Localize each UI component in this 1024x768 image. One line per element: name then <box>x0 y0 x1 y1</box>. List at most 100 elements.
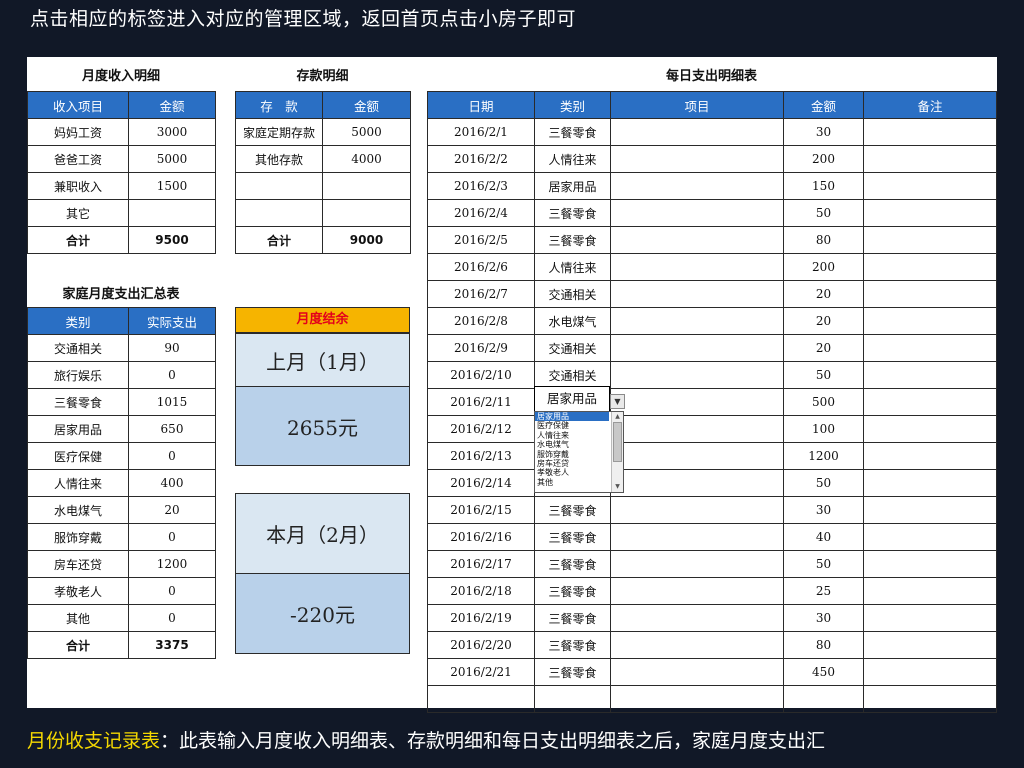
daily-item-cell[interactable] <box>610 523 784 551</box>
summary-category-cell[interactable]: 医疗保健 <box>27 442 129 470</box>
daily-item-cell[interactable] <box>610 388 784 416</box>
daily-category-cell[interactable]: 三餐零食 <box>534 496 611 524</box>
daily-note-cell[interactable] <box>863 496 997 524</box>
daily-date-cell[interactable]: 2016/2/7 <box>427 280 535 308</box>
daily-category-cell[interactable]: 三餐零食 <box>534 226 611 254</box>
summary-category-cell[interactable]: 交通相关 <box>27 334 129 362</box>
deposit-total-label[interactable]: 合计 <box>235 226 323 254</box>
daily-item-cell[interactable] <box>610 334 784 362</box>
daily-item-cell[interactable] <box>610 415 784 443</box>
summary-total-label[interactable]: 合计 <box>27 631 129 659</box>
daily-category-cell[interactable]: 居家用品 <box>534 172 611 200</box>
daily-category-cell[interactable]: 交通相关 <box>534 334 611 362</box>
daily-category-cell[interactable]: 交通相关 <box>534 280 611 308</box>
summary-category-cell[interactable]: 房车还贷 <box>27 550 129 578</box>
daily-category-cell[interactable] <box>534 685 611 713</box>
daily-date-cell[interactable] <box>427 685 535 713</box>
daily-date-cell[interactable]: 2016/2/21 <box>427 658 535 686</box>
daily-note-cell[interactable] <box>863 118 997 146</box>
dropdown-option[interactable]: 医疗保健 <box>535 421 623 430</box>
deposit-item-cell[interactable]: 家庭定期存款 <box>235 118 323 146</box>
daily-category-cell[interactable]: 三餐零食 <box>534 577 611 605</box>
daily-item-cell[interactable] <box>610 145 784 173</box>
daily-date-cell[interactable]: 2016/2/5 <box>427 226 535 254</box>
daily-amount-cell[interactable]: 30 <box>783 496 864 524</box>
daily-note-cell[interactable] <box>863 361 997 389</box>
scroll-up-icon[interactable]: ▲ <box>612 412 623 422</box>
daily-date-cell[interactable]: 2016/2/8 <box>427 307 535 335</box>
daily-category-cell[interactable]: 三餐零食 <box>534 631 611 659</box>
daily-note-cell[interactable] <box>863 145 997 173</box>
dropdown-arrow-icon[interactable]: ▼ <box>610 394 625 409</box>
balance-this-month-value[interactable]: -220元 <box>235 573 410 654</box>
daily-amount-cell[interactable]: 20 <box>783 307 864 335</box>
daily-amount-cell[interactable]: 20 <box>783 334 864 362</box>
summary-category-cell[interactable]: 居家用品 <box>27 415 129 443</box>
daily-note-cell[interactable] <box>863 172 997 200</box>
daily-date-cell[interactable]: 2016/2/15 <box>427 496 535 524</box>
daily-amount-cell[interactable]: 25 <box>783 577 864 605</box>
daily-note-cell[interactable] <box>863 442 997 470</box>
deposit-item-cell[interactable] <box>235 199 323 227</box>
deposit-amount-cell[interactable] <box>322 199 411 227</box>
daily-note-cell[interactable] <box>863 280 997 308</box>
daily-item-cell[interactable] <box>610 118 784 146</box>
income-amount-cell[interactable]: 3000 <box>128 118 216 146</box>
daily-item-cell[interactable] <box>610 280 784 308</box>
daily-category-cell[interactable]: 三餐零食 <box>534 550 611 578</box>
daily-amount-cell[interactable] <box>783 685 864 713</box>
summary-category-cell[interactable]: 水电煤气 <box>27 496 129 524</box>
daily-amount-cell[interactable]: 20 <box>783 280 864 308</box>
daily-note-cell[interactable] <box>863 604 997 632</box>
daily-item-cell[interactable] <box>610 550 784 578</box>
daily-item-cell[interactable] <box>610 685 784 713</box>
daily-note-cell[interactable] <box>863 550 997 578</box>
income-amount-cell[interactable]: 5000 <box>128 145 216 173</box>
daily-amount-cell[interactable]: 80 <box>783 226 864 254</box>
daily-date-cell[interactable]: 2016/2/10 <box>427 361 535 389</box>
daily-item-cell[interactable] <box>610 604 784 632</box>
daily-category-cell[interactable]: 三餐零食 <box>534 604 611 632</box>
dropdown-option[interactable]: 孝敬老人 <box>535 468 623 477</box>
daily-item-cell[interactable] <box>610 442 784 470</box>
income-item-cell[interactable]: 妈妈工资 <box>27 118 129 146</box>
daily-date-cell[interactable]: 2016/2/4 <box>427 199 535 227</box>
deposit-amount-cell[interactable]: 5000 <box>322 118 411 146</box>
dropdown-option[interactable]: 其他 <box>535 478 623 487</box>
daily-note-cell[interactable] <box>863 199 997 227</box>
daily-item-cell[interactable] <box>610 496 784 524</box>
daily-note-cell[interactable] <box>863 388 997 416</box>
daily-item-cell[interactable] <box>610 253 784 281</box>
daily-item-cell[interactable] <box>610 307 784 335</box>
scroll-down-icon[interactable]: ▼ <box>612 482 623 492</box>
summary-amount-cell[interactable]: 1015 <box>128 388 216 416</box>
summary-amount-cell[interactable]: 0 <box>128 523 216 551</box>
daily-amount-cell[interactable]: 200 <box>783 145 864 173</box>
summary-category-cell[interactable]: 其他 <box>27 604 129 632</box>
daily-amount-cell[interactable]: 500 <box>783 388 864 416</box>
daily-amount-cell[interactable]: 30 <box>783 118 864 146</box>
daily-amount-cell[interactable]: 100 <box>783 415 864 443</box>
daily-amount-cell[interactable]: 50 <box>783 199 864 227</box>
daily-category-cell[interactable]: 交通相关 <box>534 361 611 389</box>
daily-date-cell[interactable]: 2016/2/11 <box>427 388 535 416</box>
deposit-amount-cell[interactable]: 4000 <box>322 145 411 173</box>
daily-item-cell[interactable] <box>610 172 784 200</box>
daily-amount-cell[interactable]: 50 <box>783 550 864 578</box>
balance-last-month-value[interactable]: 2655元 <box>235 386 410 466</box>
summary-amount-cell[interactable]: 90 <box>128 334 216 362</box>
daily-date-cell[interactable]: 2016/2/14 <box>427 469 535 497</box>
daily-date-cell[interactable]: 2016/2/20 <box>427 631 535 659</box>
daily-amount-cell[interactable]: 40 <box>783 523 864 551</box>
daily-item-cell[interactable] <box>610 658 784 686</box>
daily-note-cell[interactable] <box>863 469 997 497</box>
summary-category-cell[interactable]: 人情往来 <box>27 469 129 497</box>
daily-item-cell[interactable] <box>610 469 784 497</box>
summary-amount-cell[interactable]: 650 <box>128 415 216 443</box>
income-item-cell[interactable]: 爸爸工资 <box>27 145 129 173</box>
daily-amount-cell[interactable]: 50 <box>783 361 864 389</box>
income-total-value[interactable]: 9500 <box>128 226 216 254</box>
daily-amount-cell[interactable]: 30 <box>783 604 864 632</box>
summary-amount-cell[interactable]: 0 <box>128 604 216 632</box>
daily-note-cell[interactable] <box>863 523 997 551</box>
